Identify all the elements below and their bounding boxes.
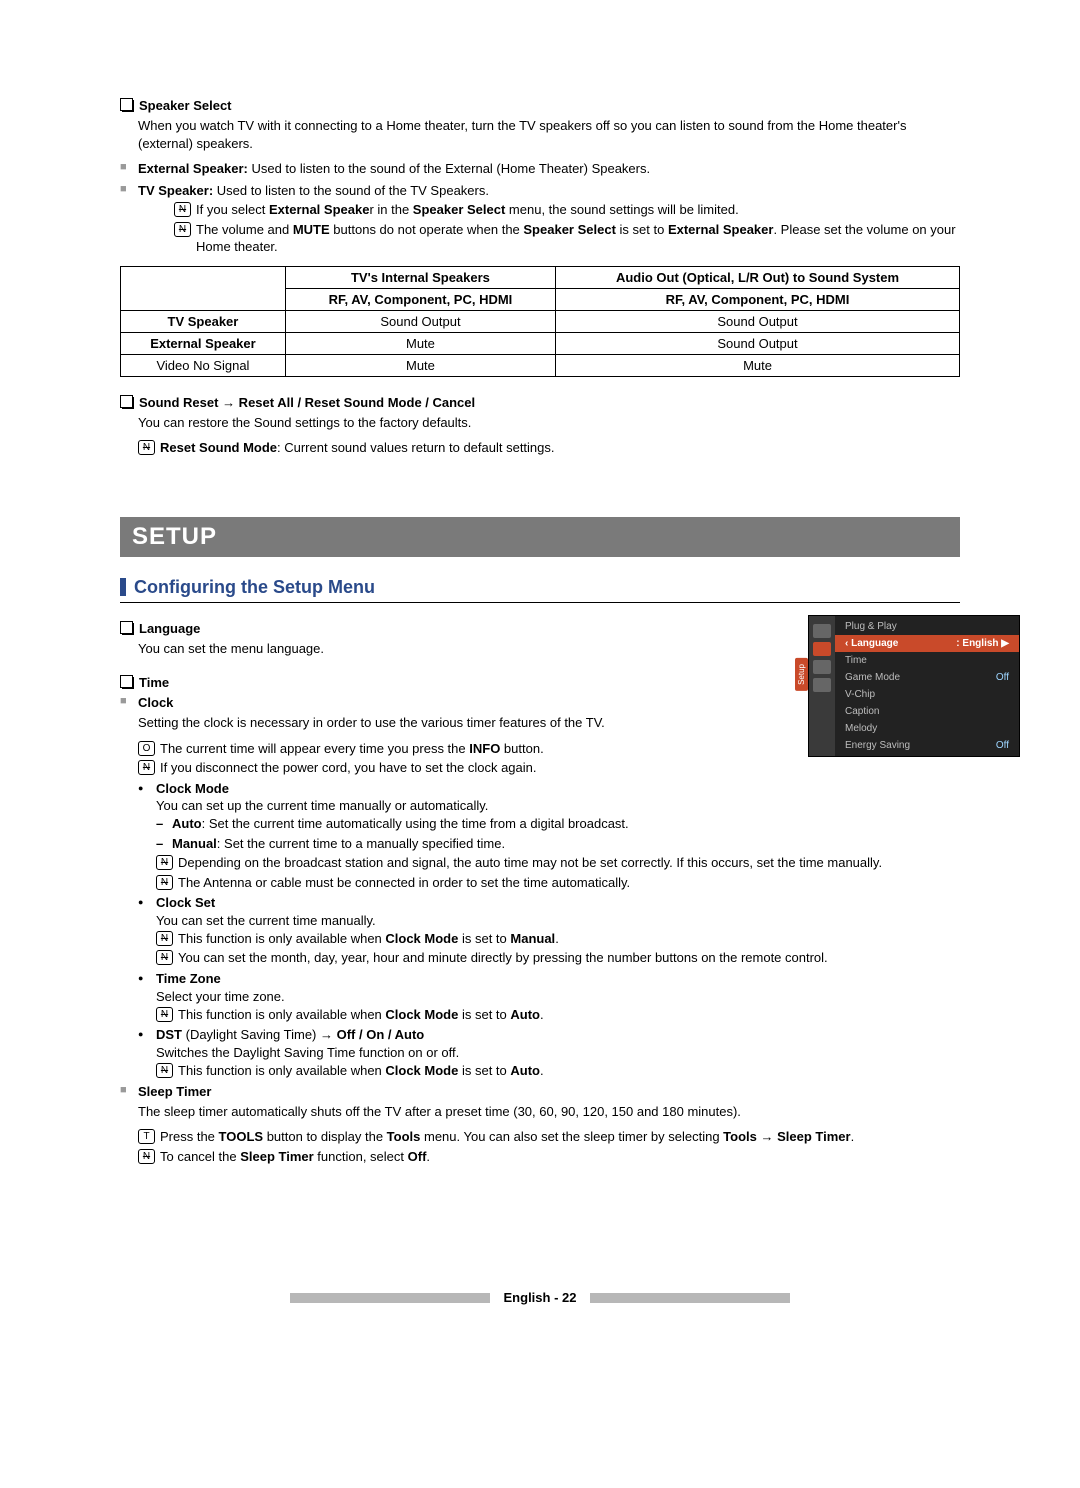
note-icon <box>138 1149 155 1164</box>
cell: Mute <box>285 332 555 354</box>
page-footer: English - 22 <box>60 1285 1020 1309</box>
note-icon <box>138 760 155 775</box>
time-zone-desc: Select your time zone. <box>156 989 960 1004</box>
tools-icon <box>138 1129 155 1144</box>
tools-line: Press the TOOLS button to display the To… <box>138 1128 960 1146</box>
speaker-table: TV's Internal Speakers Audio Out (Optica… <box>120 266 960 377</box>
dst-item: DST (Daylight Saving Time) → Off / On / … <box>138 1026 960 1044</box>
heading-text: Speaker Select <box>139 98 232 113</box>
note-line: To cancel the Sleep Timer function, sele… <box>138 1148 960 1166</box>
clock-set-item: Clock Set <box>138 894 960 912</box>
cell: Sound Output <box>556 332 960 354</box>
info-icon <box>138 741 155 756</box>
osd-menu-row: Time <box>835 652 1019 669</box>
osd-menu-row: Energy SavingOff <box>835 737 1019 754</box>
setup-section-bar: SETUP <box>120 517 960 557</box>
note-line: This function is only available when Clo… <box>156 930 960 948</box>
cell: Sound Output <box>556 310 960 332</box>
osd-side-label: Setup <box>795 658 808 691</box>
cell: Mute <box>556 354 960 376</box>
heading-marker-icon <box>120 578 126 596</box>
note-icon <box>138 440 155 455</box>
osd-menu-row: Plug & Play <box>835 618 1019 635</box>
note-line: This function is only available when Clo… <box>156 1006 960 1024</box>
clock-set-desc: You can set the current time manually. <box>156 913 960 928</box>
osd-menu-row: ‹ Language: English ▶ <box>835 635 1019 652</box>
row-header: TV Speaker <box>121 310 286 332</box>
text: Used to listen to the sound of the TV Sp… <box>213 183 489 198</box>
label: Clock <box>138 695 173 710</box>
square-icon <box>120 395 133 408</box>
row-header: External Speaker <box>121 332 286 354</box>
note-line: You can set the month, day, year, hour a… <box>156 949 960 967</box>
note-icon <box>156 931 173 946</box>
note-icon <box>156 1063 173 1078</box>
sound-reset-desc: You can restore the Sound settings to th… <box>138 414 960 432</box>
clock-mode-item: Clock Mode <box>138 780 960 798</box>
heading-text: Time <box>139 675 169 690</box>
col-subheader: RF, AV, Component, PC, HDMI <box>556 288 960 310</box>
osd-menu-row: V-Chip <box>835 686 1019 703</box>
osd-menu-row: Game ModeOff <box>835 669 1019 686</box>
sound-reset-heading: Sound Reset → Reset All / Reset Sound Mo… <box>120 395 960 410</box>
label: Sleep Timer <box>138 1084 211 1099</box>
tv-speaker-item: TV Speaker: Used to listen to the sound … <box>120 182 960 200</box>
note-line: Reset Sound Mode: Current sound values r… <box>138 439 960 457</box>
footer-band-icon <box>290 1293 490 1303</box>
square-icon <box>120 98 133 111</box>
note-line: If you select External Speaker in the Sp… <box>174 201 960 219</box>
configuring-heading: Configuring the Setup Menu <box>120 577 960 603</box>
heading-text: Language <box>139 621 200 636</box>
text: Used to listen to the sound of the Exter… <box>248 161 650 176</box>
osd-category-icon <box>813 624 831 638</box>
note-line: Depending on the broadcast station and s… <box>156 854 960 872</box>
col-subheader: RF, AV, Component, PC, HDMI <box>285 288 555 310</box>
clock-mode-desc: You can set up the current time manually… <box>156 798 960 813</box>
dst-desc: Switches the Daylight Saving Time functi… <box>156 1045 960 1060</box>
auto-option: Auto: Set the current time automatically… <box>156 815 960 833</box>
osd-category-icon <box>813 642 831 656</box>
osd-menu-row: Caption <box>835 703 1019 720</box>
note-icon <box>156 950 173 965</box>
note-icon <box>156 1007 173 1022</box>
note-icon <box>174 222 191 237</box>
note-line: This function is only available when Clo… <box>156 1062 960 1080</box>
note-icon <box>156 875 173 890</box>
footer-band-icon <box>590 1293 790 1303</box>
col-header: TV's Internal Speakers <box>285 266 555 288</box>
osd-screenshot: Setup Plug & Play‹ Language: English ▶Ti… <box>808 615 1020 757</box>
label: External Speaker: <box>138 161 248 176</box>
osd-menu-list: Plug & Play‹ Language: English ▶TimeGame… <box>835 616 1019 756</box>
osd-icon-column <box>809 616 835 756</box>
osd-menu-row: Melody <box>835 720 1019 737</box>
col-header: Audio Out (Optical, L/R Out) to Sound Sy… <box>556 266 960 288</box>
square-icon <box>120 675 133 688</box>
cell: Sound Output <box>285 310 555 332</box>
external-speaker-item: External Speaker: Used to listen to the … <box>120 160 960 178</box>
note-icon <box>156 855 173 870</box>
heading-text: Sound Reset → Reset All / Reset Sound Mo… <box>139 395 475 410</box>
speaker-select-desc: When you watch TV with it connecting to … <box>138 117 960 152</box>
manual-option: Manual: Set the current time to a manual… <box>156 835 960 853</box>
sleep-timer-item: Sleep Timer <box>120 1083 960 1101</box>
label: TV Speaker: <box>138 183 213 198</box>
row-header: Video No Signal <box>121 354 286 376</box>
cell: Mute <box>285 354 555 376</box>
speaker-select-heading: Speaker Select <box>120 98 960 113</box>
note-line: The volume and MUTE buttons do not opera… <box>174 221 960 256</box>
sleep-timer-desc: The sleep timer automatically shuts off … <box>138 1103 960 1121</box>
square-icon <box>120 621 133 634</box>
note-line: If you disconnect the power cord, you ha… <box>138 759 960 777</box>
note-icon <box>174 202 191 217</box>
note-line: The Antenna or cable must be connected i… <box>156 874 960 892</box>
osd-category-icon <box>813 660 831 674</box>
osd-category-icon <box>813 678 831 692</box>
time-zone-item: Time Zone <box>138 970 960 988</box>
